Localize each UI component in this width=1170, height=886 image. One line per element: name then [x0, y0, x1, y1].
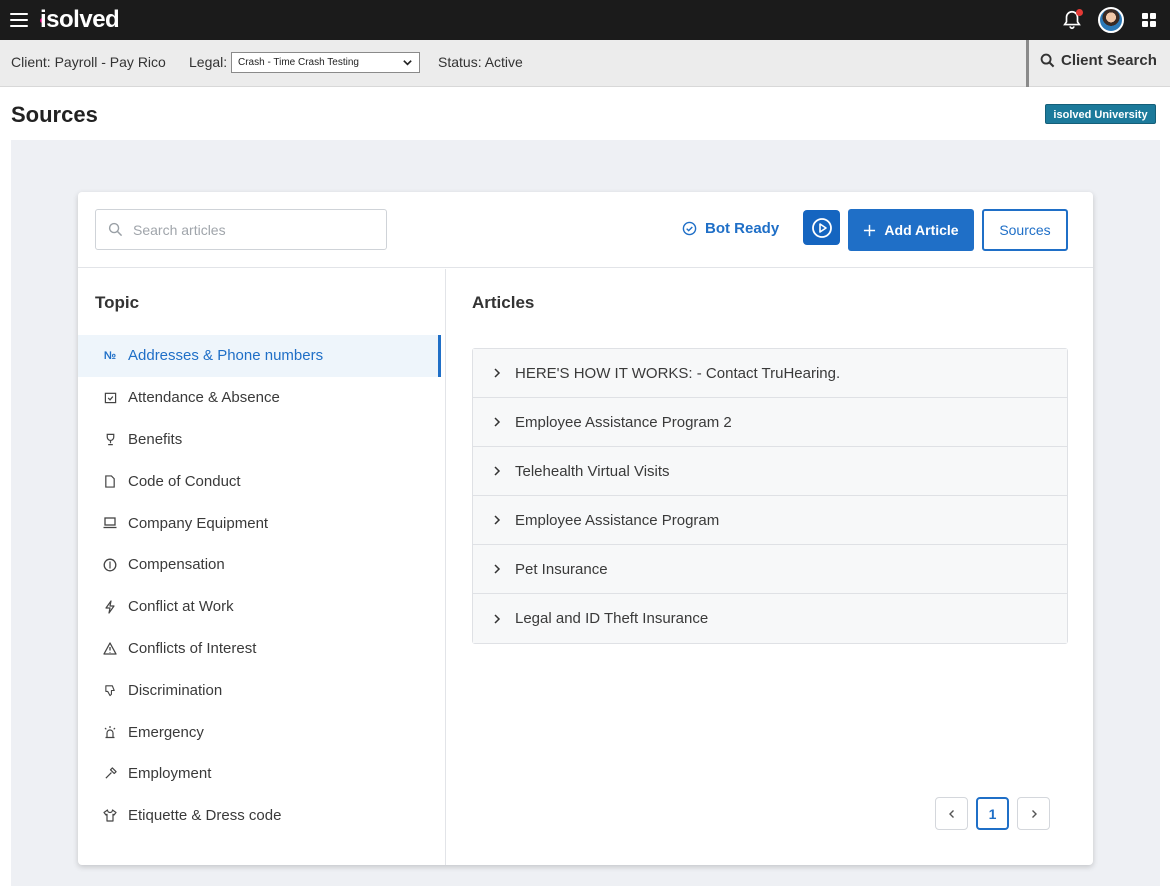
calendar-check-icon: [102, 390, 118, 406]
bot-status: Bot Ready: [682, 220, 779, 237]
pagination-page-button[interactable]: 1: [976, 797, 1009, 830]
play-button[interactable]: [803, 210, 840, 245]
topic-label: Discrimination: [128, 681, 223, 699]
topic-item-addresses[interactable]: № Addresses & Phone numbers: [78, 335, 441, 377]
pagination-next-button[interactable]: [1017, 797, 1050, 830]
document-icon: [102, 473, 118, 489]
chevron-right-icon: [494, 515, 501, 525]
article-title: Employee Assistance Program: [515, 511, 720, 529]
article-title: Employee Assistance Program 2: [515, 413, 732, 431]
topic-item-attendance[interactable]: Attendance & Absence: [78, 377, 441, 419]
topic-item-discrimination[interactable]: Discrimination: [78, 669, 441, 711]
pagination-prev-button[interactable]: [935, 797, 968, 830]
alarm-icon: [102, 724, 118, 740]
client-bar-divider: [1026, 40, 1029, 87]
topic-item-emergency[interactable]: Emergency: [78, 711, 441, 753]
sources-button[interactable]: Sources: [982, 209, 1068, 251]
article-title: HERE'S HOW IT WORKS: - Contact TruHearin…: [515, 364, 841, 382]
card-toolbar: Bot Ready Add Article Sources: [78, 192, 1093, 268]
isolved-university-badge[interactable]: isolved University: [1045, 104, 1156, 124]
sources-card: Bot Ready Add Article Sources Topic № Ad…: [78, 192, 1093, 865]
article-search-input[interactable]: [133, 221, 373, 238]
topic-heading: Topic: [95, 293, 140, 312]
article-title: Legal and ID Theft Insurance: [515, 610, 709, 627]
add-article-label: Add Article: [884, 222, 959, 238]
chevron-right-icon: [494, 466, 501, 476]
article-list: HERE'S HOW IT WORKS: - Contact TruHearin…: [472, 348, 1068, 644]
chevron-right-icon: [494, 564, 501, 574]
trophy-icon: [102, 431, 118, 447]
chevron-right-icon: [494, 417, 501, 427]
topic-item-conflict-at-work[interactable]: Conflict at Work: [78, 586, 441, 628]
topic-item-etiquette[interactable]: Etiquette & Dress code: [78, 795, 441, 837]
topic-item-compensation[interactable]: Compensation: [78, 544, 441, 586]
isolved-logo[interactable]: isolved: [40, 6, 120, 34]
plus-icon: [864, 224, 876, 236]
client-search-button[interactable]: Client Search: [1040, 52, 1157, 69]
topic-label: Compensation: [128, 556, 225, 574]
client-name: Client: Payroll - Pay Rico: [11, 54, 166, 70]
laptop-icon: [102, 515, 118, 531]
client-bar: [0, 40, 1170, 87]
play-icon: [811, 217, 832, 238]
legal-label: Legal:: [189, 54, 228, 70]
topic-label: Etiquette & Dress code: [128, 807, 282, 825]
article-search-box[interactable]: [95, 209, 387, 250]
bot-status-label: Bot Ready: [705, 220, 780, 237]
topic-item-employment[interactable]: Employment: [78, 753, 441, 795]
shirt-icon: [102, 808, 118, 824]
coin-icon: [102, 557, 118, 573]
warning-icon: [102, 640, 118, 656]
chevron-down-icon: [403, 60, 412, 66]
chevron-right-icon: [494, 368, 501, 378]
numero-icon: №: [103, 349, 117, 362]
article-row[interactable]: Employee Assistance Program 2: [473, 398, 1067, 447]
hammer-icon: [102, 766, 118, 782]
add-article-button[interactable]: Add Article: [848, 209, 974, 251]
topic-item-benefits[interactable]: Benefits: [78, 419, 441, 461]
client-status: Status: Active: [438, 54, 523, 70]
menu-icon[interactable]: [10, 13, 28, 27]
topic-label: Company Equipment: [128, 514, 269, 532]
article-row[interactable]: Legal and ID Theft Insurance: [473, 594, 1067, 643]
article-row[interactable]: Telehealth Virtual Visits: [473, 447, 1067, 496]
notification-badge: [1076, 9, 1083, 16]
topic-label: Benefits: [128, 430, 183, 448]
topic-label: Conflicts of Interest: [128, 639, 257, 657]
article-row[interactable]: HERE'S HOW IT WORKS: - Contact TruHearin…: [473, 349, 1067, 398]
topic-label: Emergency: [128, 723, 204, 741]
legal-select-value: Crash - Time Crash Testing: [238, 57, 359, 68]
topic-label: Addresses & Phone numbers: [128, 347, 324, 365]
topic-item-conflicts-of-interest[interactable]: Conflicts of Interest: [78, 628, 441, 670]
topic-label: Code of Conduct: [128, 472, 241, 490]
topic-list: № Addresses & Phone numbers Attendance &…: [78, 335, 441, 837]
top-bar: [0, 0, 1170, 40]
articles-heading: Articles: [472, 293, 535, 312]
page-title: Sources: [11, 102, 98, 127]
topic-label: Employment: [128, 765, 212, 783]
search-icon: [1040, 53, 1055, 68]
chevron-right-icon: [494, 613, 501, 624]
article-row[interactable]: Employee Assistance Program: [473, 496, 1067, 545]
search-icon: [108, 222, 123, 237]
thumbs-down-icon: [102, 682, 118, 698]
article-title: Pet Insurance: [515, 560, 608, 578]
app-grid-icon[interactable]: [1142, 13, 1156, 27]
article-title: Telehealth Virtual Visits: [515, 462, 670, 480]
article-row[interactable]: Pet Insurance: [473, 545, 1067, 594]
lightning-icon: [102, 599, 118, 615]
topic-item-code-of-conduct[interactable]: Code of Conduct: [78, 460, 441, 502]
topic-label: Attendance & Absence: [128, 389, 280, 407]
user-avatar[interactable]: [1098, 7, 1124, 33]
client-search-label: Client Search: [1061, 52, 1157, 69]
legal-select[interactable]: Crash - Time Crash Testing: [231, 52, 420, 73]
topic-label: Conflict at Work: [128, 598, 234, 616]
topic-item-company-equipment[interactable]: Company Equipment: [78, 502, 441, 544]
chevron-right-icon: [1031, 809, 1037, 818]
topic-pane: Topic № Addresses & Phone numbers Attend…: [78, 269, 446, 865]
check-circle-icon: [682, 221, 697, 236]
chevron-left-icon: [948, 809, 954, 818]
